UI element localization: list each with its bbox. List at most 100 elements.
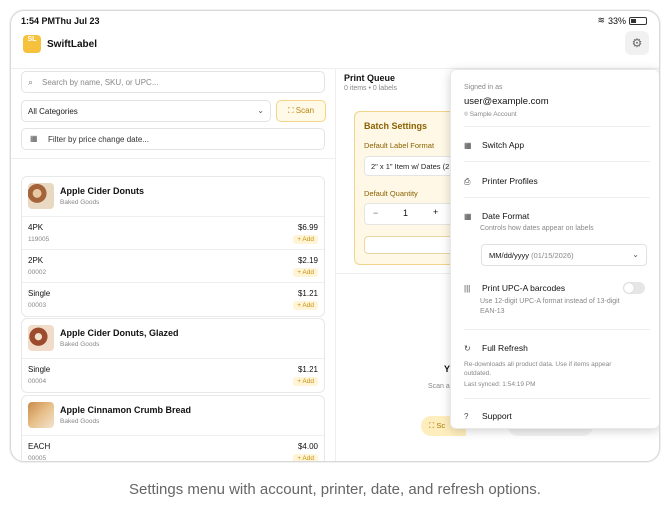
upc-description: Use 12-digit UPC-A format instead of 13-… (480, 298, 620, 305)
refresh-description-2: outdated. (464, 370, 492, 377)
variant-name: Single (28, 365, 51, 374)
product-header[interactable]: Apple Cinnamon Crumb Bread Baked Goods (22, 396, 324, 436)
product-name: Apple Cinnamon Crumb Bread (60, 405, 192, 415)
product-card: Apple Cider Donuts Baked Goods 4PK 11900… (21, 176, 325, 317)
app-title: SwiftLabel (47, 39, 98, 50)
grid-icon: ▦ (464, 141, 472, 150)
calendar-icon: ▦ (30, 134, 38, 143)
variant-code: 00003 (28, 302, 47, 309)
variant-row: Single 00003 $1.21 + Add (22, 283, 324, 316)
switch-app-item[interactable]: ▦ Switch App (464, 140, 524, 150)
app-header: SL SwiftLabel ⚙ (11, 31, 659, 69)
help-icon: ? (464, 412, 469, 421)
add-button[interactable]: + Add (293, 301, 318, 310)
quantity-value: 1 (403, 208, 409, 218)
product-header[interactable]: Apple Cider Donuts, Glazed Baked Goods (22, 319, 324, 359)
product-image (28, 325, 54, 351)
variant-code: 00005 (28, 455, 47, 462)
calendar-icon: ▦ (464, 212, 472, 221)
variant-code: 00004 (28, 378, 47, 385)
minus-button[interactable]: − (373, 208, 378, 218)
date-format-example: (01/15/2026) (531, 251, 574, 260)
screenshot-caption: Settings menu with account, printer, dat… (129, 481, 541, 498)
variant-name: 2PK (28, 256, 44, 265)
scan-icon: ⛶ (287, 106, 294, 115)
chevron-down-icon: ⌄ (257, 106, 264, 115)
add-button[interactable]: + Add (293, 454, 318, 461)
battery-icon (629, 16, 647, 25)
category-select[interactable]: All Categories ⌄ (21, 100, 271, 122)
price-change-date-filter[interactable]: ▦ Filter by price change date... (21, 128, 325, 150)
variant-price: $6.99 (297, 223, 318, 232)
product-name: Apple Cider Donuts, Glazed (60, 328, 179, 338)
ipad-screen: 1:54 PM Thu Jul 23 ≋ 33% SL SwiftLabel ⚙… (10, 10, 660, 462)
last-synced: Last synced: 1:54:19 PM (464, 381, 536, 388)
product-image (28, 402, 54, 428)
location-icon: ⌾ (464, 111, 468, 118)
status-date: Thu Jul 23 (55, 16, 100, 26)
add-button[interactable]: + Add (293, 268, 318, 277)
upc-barcodes-title: ||| Print UPC-A barcodes (464, 283, 566, 293)
variant-name: EACH (28, 442, 51, 451)
app-logo: SL (23, 35, 41, 53)
variant-row: EACH 00005 $4.00 + Add (22, 436, 324, 462)
variant-price: $4.00 (297, 442, 318, 451)
product-category: Baked Goods (60, 418, 100, 425)
date-format-description: Controls how dates appear on labels (480, 225, 594, 232)
date-format-select[interactable]: MM/dd/yyyy (01/15/2026) ⌄ (481, 244, 647, 266)
product-card: Apple Cinnamon Crumb Bread Baked Goods E… (21, 395, 325, 462)
divider (464, 197, 650, 198)
product-card: Apple Cider Donuts, Glazed Baked Goods S… (21, 318, 325, 393)
refresh-icon: ↻ (464, 344, 471, 353)
label-format-label: Default Label Format (364, 141, 435, 150)
quantity-stepper: − 1 + (364, 203, 464, 225)
product-header[interactable]: Apple Cider Donuts Baked Goods (22, 177, 324, 217)
barcode-icon: ||| (464, 284, 471, 293)
divider (464, 161, 650, 162)
chevron-down-icon: ⌄ (632, 250, 639, 259)
batch-action-button[interactable] (364, 236, 464, 254)
plus-button[interactable]: + (433, 207, 438, 217)
empty-queue-subtitle: Scan a (428, 383, 450, 390)
search-input[interactable]: ⌕ Search by name, SKU, or UPC... (21, 71, 325, 93)
divider (464, 398, 650, 399)
add-button[interactable]: + Add (293, 235, 318, 244)
batch-settings-title: Batch Settings (364, 121, 428, 131)
gear-icon: ⚙ (631, 36, 643, 50)
variant-price: $1.21 (297, 289, 318, 298)
batch-settings-panel: Batch Settings Default Label Format 2" x… (354, 111, 464, 265)
variant-name: Single (28, 289, 51, 298)
support-item[interactable]: ? Support (464, 411, 512, 421)
settings-button[interactable]: ⚙ (625, 31, 649, 55)
variant-code: 00002 (28, 269, 47, 276)
status-right: ≋ 33% (597, 15, 647, 26)
upc-toggle[interactable] (623, 282, 645, 294)
divider (11, 158, 335, 159)
variant-row: 4PK 119005 $6.99 + Add (22, 217, 324, 250)
printer-icon: ⎙ (464, 177, 471, 186)
variant-price: $2.19 (297, 256, 318, 265)
price-filter-label: Filter by price change date... (48, 135, 149, 144)
divider (464, 329, 650, 330)
product-image (28, 183, 54, 209)
variant-price: $1.21 (297, 365, 318, 374)
divider (336, 273, 466, 274)
full-refresh-item[interactable]: ↻ Full Refresh (464, 343, 528, 353)
divider (464, 126, 650, 127)
refresh-description: Re-downloads all product data. Use if it… (464, 361, 612, 368)
label-format-select[interactable]: 2" x 1" Item w/ Dates (2 (364, 156, 464, 176)
search-placeholder: Search by name, SKU, or UPC... (42, 78, 159, 87)
account-email: user@example.com (464, 96, 549, 107)
printer-profiles-item[interactable]: ⎙ Printer Profiles (464, 176, 538, 187)
print-queue-title: Print Queue (344, 73, 396, 83)
product-panel: ⌕ Search by name, SKU, or UPC... All Cat… (11, 71, 335, 462)
scan-button[interactable]: ⛶ Scan (276, 100, 326, 122)
product-name: Apple Cider Donuts (60, 186, 145, 196)
date-format-title: ▦ Date Format (464, 211, 530, 221)
add-button[interactable]: + Add (293, 377, 318, 386)
variant-row: 2PK 00002 $2.19 + Add (22, 250, 324, 283)
product-category: Baked Goods (60, 199, 100, 206)
upc-description-2: EAN-13 (480, 308, 505, 315)
scan-icon: ⛶ (429, 421, 435, 430)
wifi-icon: ≋ (597, 15, 605, 25)
